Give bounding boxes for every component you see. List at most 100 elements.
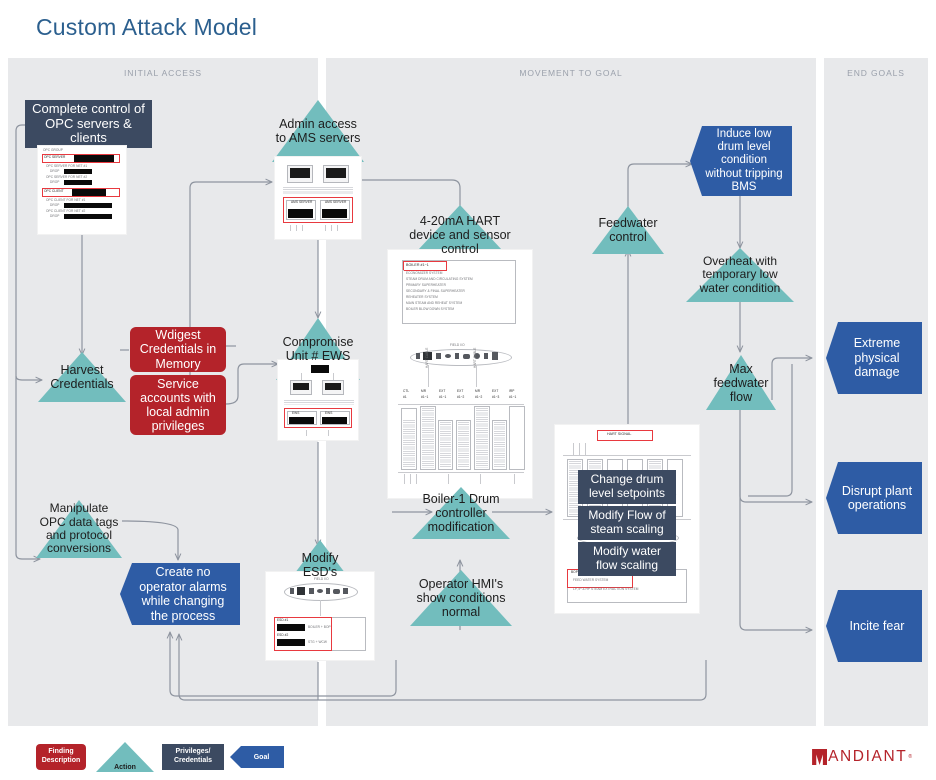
thumbnail-ams-servers[interactable]: AMS SERVER AMS SERVER bbox=[275, 157, 361, 239]
redaction-bar bbox=[277, 639, 305, 646]
rack-label: MR bbox=[475, 389, 481, 393]
node-manipulate-opc-tags[interactable]: Manipulate OPC data tags and protocol co… bbox=[36, 500, 122, 558]
opc-line-server-net2: OPC SERVER FOR NET #2 bbox=[46, 175, 88, 179]
legend-goal: Goal bbox=[230, 746, 284, 768]
node-incite-fear[interactable]: Incite fear bbox=[826, 590, 922, 662]
thumbnail-esd-config[interactable]: FIELD I/O ESD #1 BOILER + BOP ESD #2 STG… bbox=[266, 572, 374, 660]
boiler-system-1: ECONOMIZER SYSTEM bbox=[406, 271, 443, 275]
node-label: Max feedwater flow bbox=[713, 361, 769, 404]
node-change-drum-setpoints[interactable]: Change drum level setpoints bbox=[578, 470, 676, 504]
hart-cable-label-2: HART CABLE bbox=[473, 347, 477, 368]
rack-label: EXT bbox=[492, 389, 499, 393]
bop-line-2: LP, IP & HP STEAM EXTRACTION SYSTEM bbox=[573, 587, 639, 591]
boiler-system-2: STEAM DRUM AND CIRCULATING SYSTEM bbox=[406, 277, 473, 281]
rack-label: #1~1 bbox=[421, 395, 429, 399]
boiler-system-5: REHEATER SYSTEM bbox=[406, 295, 438, 299]
node-induce-low-drum-level[interactable]: Induce low drum level condition without … bbox=[690, 126, 792, 196]
node-modify-water-flow-scaling[interactable]: Modify water flow scaling bbox=[578, 542, 676, 576]
thumbnail-boiler-panel[interactable]: BOILER #1~1 ECONOMIZER SYSTEM STEAM DRUM… bbox=[388, 250, 532, 498]
node-wdigest-credentials[interactable]: Wdigest Credentials in Memory bbox=[130, 327, 226, 372]
node-label: Harvest Credentials bbox=[50, 363, 114, 391]
node-disrupt-plant-operations[interactable]: Disrupt plant operations bbox=[826, 462, 922, 534]
node-label: Operator HMI's show conditions normal bbox=[416, 577, 506, 619]
hart-cable-label-1: HART CABLE bbox=[425, 347, 429, 368]
opc-line-drop-1: DROP bbox=[50, 169, 60, 173]
lane-label-initial-access: INITIAL ACCESS bbox=[124, 68, 202, 78]
opc-line-server: OPC SERVER bbox=[44, 155, 66, 159]
node-service-accounts[interactable]: Service accounts with local admin privil… bbox=[130, 375, 226, 435]
legend-finding-description: Finding Description bbox=[36, 744, 86, 770]
node-label: Overheat with temporary low water condit… bbox=[699, 253, 781, 295]
node-complete-control-opc[interactable]: Complete control of OPC servers & client… bbox=[25, 100, 152, 148]
boiler-field-io-label: FIELD I/O bbox=[450, 343, 465, 347]
thumbnail-ews[interactable]: EWS EWS bbox=[278, 360, 358, 440]
mandiant-logo: ANDIANT ® bbox=[812, 746, 912, 768]
bop-line-1: FEED WATER SYSTEM bbox=[573, 578, 609, 582]
boiler-system-7: BOILER BLOW DOWN SYSTEM bbox=[406, 307, 455, 311]
rack-label: EXT bbox=[439, 389, 446, 393]
rack-label: IRP bbox=[509, 389, 515, 393]
redaction-bar bbox=[277, 624, 305, 631]
ews-label-1: EWS bbox=[292, 411, 300, 415]
opc-line-server-net1: OPC SERVER FOR NET #1 bbox=[46, 164, 88, 168]
opc-line-drop-4: DROP bbox=[50, 214, 60, 218]
opc-line-client-net1: OPC CLIENT FOR NET #1 bbox=[46, 198, 86, 202]
node-label: Manipulate OPC data tags and protocol co… bbox=[39, 501, 119, 556]
node-label: Admin access to AMS servers bbox=[275, 117, 361, 145]
node-overheat-low-water[interactable]: Overheat with temporary low water condit… bbox=[686, 248, 794, 302]
esd-row-1-desc: BOILER + BOP bbox=[308, 625, 331, 629]
node-harvest-credentials[interactable]: Harvest Credentials bbox=[38, 352, 126, 402]
ams-label-1: AMS SERVER bbox=[291, 200, 313, 204]
legend-action: Action bbox=[96, 742, 154, 772]
registered-trademark: ® bbox=[908, 754, 912, 760]
opc-line-drop-3: DROP bbox=[50, 203, 60, 207]
redaction-bar bbox=[322, 209, 347, 218]
monitor-icon bbox=[323, 165, 349, 183]
redaction-bar bbox=[288, 209, 313, 218]
rack-label: #1~2 bbox=[475, 395, 483, 399]
node-label: Modify ESD's bbox=[301, 551, 339, 579]
redaction-bar bbox=[322, 417, 347, 424]
node-extreme-physical-damage[interactable]: Extreme physical damage bbox=[826, 322, 922, 394]
rack-label: CTL bbox=[403, 389, 410, 393]
monitor-icon bbox=[322, 380, 344, 395]
redaction-bar bbox=[64, 214, 112, 219]
legend-privileges-credentials: Privileges/ Credentials bbox=[162, 744, 224, 770]
node-label: Compromise Unit # EWS bbox=[282, 335, 354, 363]
redaction-bar bbox=[311, 365, 329, 373]
rack-label: #1~1 bbox=[509, 395, 517, 399]
rack-label: MR bbox=[421, 389, 427, 393]
opc-line-drop-2: DROP bbox=[50, 180, 60, 184]
ews-label-2: EWS bbox=[325, 411, 333, 415]
thumbnail-opc-config[interactable]: OPC GROUP OPC SERVER OPC SERVER FOR NET … bbox=[38, 146, 126, 234]
node-operator-hmi-normal[interactable]: Operator HMI's show conditions normal bbox=[410, 570, 512, 626]
legend-action-label: Action bbox=[114, 764, 136, 771]
esd-row-2-tag: ESD #2 bbox=[277, 633, 289, 637]
esd-row-1-tag: ESD #1 bbox=[277, 618, 289, 622]
opc-line-client-net2: OPC CLIENT FOR NET #2 bbox=[46, 209, 86, 213]
node-feedwater-control[interactable]: Feedwater control bbox=[592, 206, 664, 254]
redaction-bar bbox=[64, 203, 112, 208]
rack-label: #1 bbox=[403, 395, 407, 399]
opc-line-group: OPC GROUP bbox=[43, 148, 63, 152]
boiler-system-6: MAIN STEAM AND REHEAT SYSTEM bbox=[406, 301, 463, 305]
node-label: Feedwater control bbox=[598, 216, 658, 244]
redaction-bar bbox=[74, 155, 114, 162]
node-boiler-drum-controller-modification[interactable]: Boiler-1 Drum controller modification bbox=[412, 487, 510, 539]
rack-hatch bbox=[283, 187, 353, 194]
opc-line-client: OPC CLIENT bbox=[44, 189, 64, 193]
lane-label-movement-to-goal: MOVEMENT TO GOAL bbox=[519, 68, 623, 78]
page-title: Custom Attack Model bbox=[36, 14, 258, 40]
rack-label: #1~2 bbox=[457, 395, 465, 399]
node-admin-access-ams[interactable]: Admin access to AMS servers bbox=[272, 100, 364, 162]
redaction-bar bbox=[289, 417, 314, 424]
node-label: 4-20mA HART device and sensor control bbox=[409, 214, 511, 256]
boiler-system-4: SECONDARY & FINAL SUPERHEATER bbox=[406, 289, 465, 293]
mandiant-wordmark: ANDIANT bbox=[828, 748, 908, 765]
boiler-header: BOILER #1~1 bbox=[406, 263, 429, 267]
node-create-no-operator-alarms[interactable]: Create no operator alarms while changing… bbox=[120, 563, 240, 625]
rack-label: EXT bbox=[457, 389, 464, 393]
node-max-feedwater-flow[interactable]: Max feedwater flow bbox=[706, 355, 776, 410]
mandiant-m-icon bbox=[812, 749, 828, 765]
node-modify-steam-flow-scaling[interactable]: Modify Flow of steam scaling bbox=[578, 506, 676, 540]
